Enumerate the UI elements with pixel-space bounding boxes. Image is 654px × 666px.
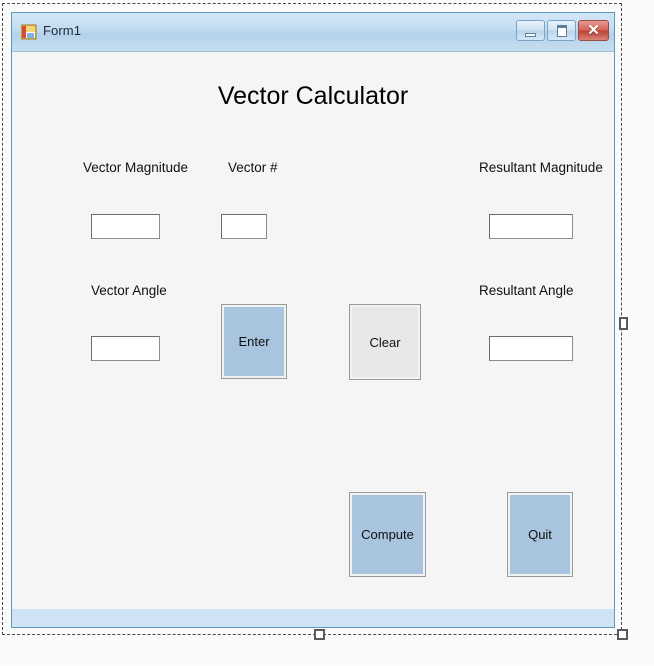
label-vector-number: Vector # [228, 160, 278, 175]
vb-form-icon [21, 24, 37, 40]
form-client-area: Vector Calculator Vector Magnitude Vecto… [12, 52, 614, 627]
label-resultant-angle: Resultant Angle [479, 283, 574, 298]
label-vector-angle: Vector Angle [91, 283, 167, 298]
compute-button-label: Compute [361, 527, 414, 542]
form-window: Form1 ✕ Vector Calculator Vector Magnitu… [11, 12, 615, 628]
minimize-button[interactable] [516, 20, 545, 41]
maximize-button[interactable] [547, 20, 576, 41]
page-title: Vector Calculator [217, 82, 409, 110]
resize-handle-right[interactable] [619, 317, 628, 330]
enter-button[interactable]: Enter [221, 304, 287, 379]
input-resultant-magnitude[interactable] [489, 214, 573, 239]
label-resultant-magnitude: Resultant Magnitude [479, 160, 603, 175]
window-title: Form1 [43, 23, 82, 38]
clear-button-label: Clear [369, 334, 401, 350]
input-vector-number[interactable] [221, 214, 267, 239]
input-vector-angle[interactable] [91, 336, 160, 361]
quit-button-label: Quit [528, 527, 552, 542]
compute-button[interactable]: Compute [349, 492, 426, 577]
close-icon: ✕ [587, 22, 600, 39]
resize-handle-bottom[interactable] [314, 629, 325, 640]
enter-button-label: Enter [238, 334, 270, 349]
input-vector-magnitude[interactable] [91, 214, 160, 239]
minimize-icon [525, 33, 536, 37]
input-resultant-angle[interactable] [489, 336, 573, 361]
close-button[interactable]: ✕ [578, 20, 609, 41]
label-vector-magnitude: Vector Magnitude [83, 160, 189, 175]
title-bar[interactable]: Form1 ✕ [12, 13, 614, 52]
clear-button[interactable]: Clear [349, 304, 421, 380]
designer-surface: Form1 ✕ Vector Calculator Vector Magnitu… [0, 0, 654, 666]
maximize-icon [557, 25, 567, 37]
form-bottom-band [12, 609, 614, 627]
resize-handle-bottom-right[interactable] [617, 629, 628, 640]
quit-button[interactable]: Quit [507, 492, 573, 577]
